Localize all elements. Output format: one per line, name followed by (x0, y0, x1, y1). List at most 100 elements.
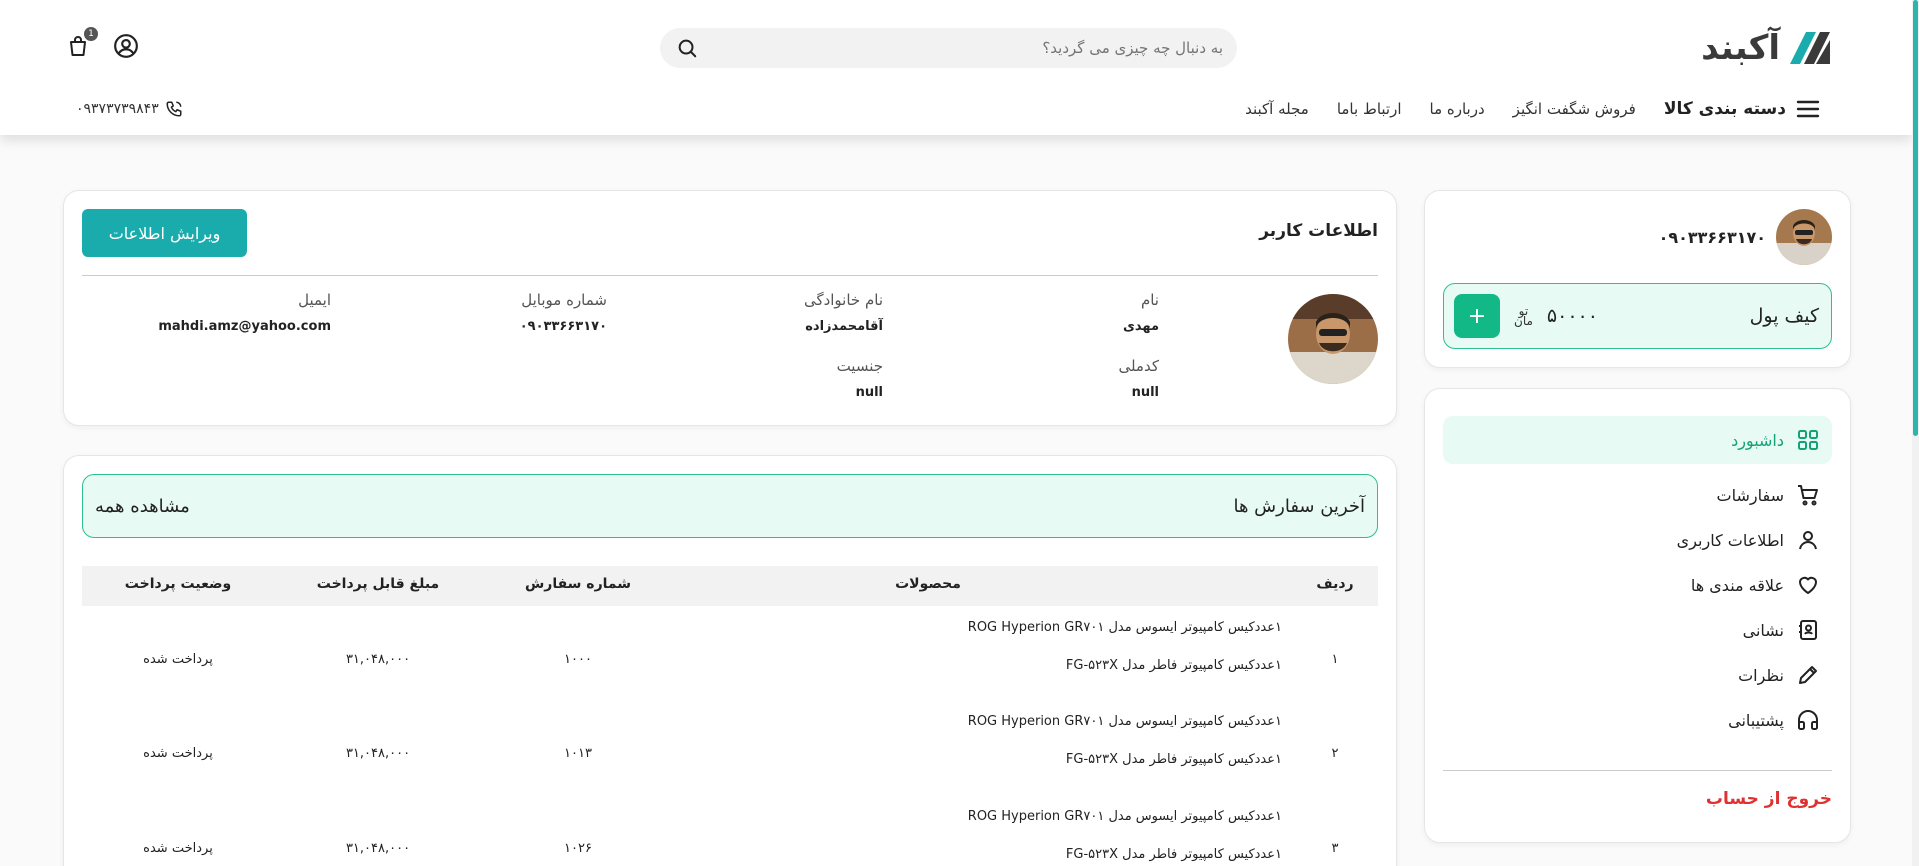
wallet-box: کیف پول ۵۰۰۰۰ تو مان + (1443, 283, 1832, 349)
menu-item-label: نشانی (1742, 620, 1784, 640)
nav-link-about[interactable]: درباره ما (1430, 100, 1485, 118)
menu-item-label: اطلاعات کاربری (1676, 530, 1784, 550)
row-status: پرداخت شده (143, 652, 213, 667)
menu-divider (1443, 770, 1832, 771)
field-value: ۰۹۰۳۳۶۶۳۱۷۰ (519, 319, 607, 334)
orders-table-header: ردیف محصولات شماره سفارش مبلغ قابل پرداخ… (82, 566, 1378, 606)
hamburger-icon (1796, 100, 1820, 118)
col-header-amount: مبلغ قابل پرداخت (316, 576, 440, 592)
field-label: کدملی (1118, 357, 1159, 375)
profile-header: ۰۹۰۳۳۶۶۳۱۷۰ (1659, 209, 1832, 265)
field-first-name: نام مهدی (919, 291, 1159, 334)
profile-card: ۰۹۰۳۳۶۶۳۱۷۰ کیف پول ۵۰۰۰۰ تو مان + (1424, 190, 1851, 368)
row-product: ۱عددکیس کامپیوتر فاطر مدل FG-۵۲۳X (1065, 658, 1282, 673)
cart-count-badge: 1 (84, 27, 98, 41)
col-header-order-number: شماره سفارش (524, 576, 632, 592)
category-menu-label: دسته بندی کالا (1663, 99, 1786, 119)
currency-bottom: مان (1514, 314, 1533, 328)
address-book-icon (1799, 620, 1817, 640)
logo-text: آکبند (1701, 28, 1781, 68)
support-phone[interactable]: ۰۹۳۷۳۷۳۹۸۴۳ (76, 100, 183, 118)
table-row[interactable]: ۱ ۱عددکیس کامپیوتر ایسوس مدل ROG Hyperio… (82, 614, 1378, 708)
search-icon[interactable] (674, 35, 700, 61)
field-label: نام خانوادگی (803, 291, 883, 309)
menu-item-label: داشبورد (1731, 430, 1784, 450)
row-product: ۱عددکیس کامپیوتر فاطر مدل FG-۵۲۳X (1065, 752, 1282, 767)
table-row[interactable]: ۲ ۱عددکیس کامپیوتر ایسوس مدل ROG Hyperio… (82, 708, 1378, 802)
logo-mark-icon (1790, 32, 1830, 64)
field-value: آقامحمدزاده (805, 319, 883, 334)
row-status: پرداخت شده (143, 746, 213, 761)
nav-link-contact[interactable]: ارتباط باما (1337, 100, 1402, 118)
field-last-name: نام خانوادگی آقامحمدزاده (643, 291, 883, 334)
edit-info-button[interactable]: ویرایش اطلاعات (82, 209, 247, 257)
wallet-label: کیف پول (1749, 305, 1819, 327)
row-product: ۱عددکیس کامپیوتر فاطر مدل FG-۵۲۳X (1065, 847, 1282, 862)
profile-phone: ۰۹۰۳۳۶۶۳۱۷۰ (1658, 227, 1766, 247)
cart-icon (1798, 485, 1818, 506)
view-all-orders-link[interactable]: مشاهده همه (95, 496, 190, 517)
menu-item-dashboard[interactable]: داشبورد (1443, 416, 1832, 464)
wallet-amount: ۵۰۰۰۰ (1546, 305, 1598, 327)
row-order-number: ۱۰۰۰ (564, 652, 592, 667)
user-avatar (1288, 294, 1378, 384)
phone-icon (166, 101, 182, 117)
nav-link-magazine[interactable]: مجله آکبند (1245, 100, 1309, 118)
col-header-products: محصولات (895, 576, 961, 592)
menu-item-favorites[interactable]: علاقه مندی ها (1443, 561, 1832, 609)
field-value: mahdi.amz@yahoo.com (158, 319, 331, 334)
field-value: مهدی (1122, 319, 1159, 334)
menu-item-label: علاقه مندی ها (1690, 575, 1784, 595)
field-value: null (1131, 385, 1159, 400)
menu-item-orders[interactable]: سفارشات (1443, 471, 1832, 519)
field-value: null (855, 385, 883, 400)
row-amount: ۳۱,۰۴۸,۰۰۰ (345, 841, 411, 856)
cart-button[interactable]: 1 (64, 27, 98, 60)
site-header: آکبند 1 دسته بندی کالا فروش شگفت انگیز د… (0, 0, 1912, 135)
row-index: ۳ (1331, 841, 1339, 856)
page-scrollbar[interactable] (1912, 0, 1919, 866)
account-button[interactable] (112, 32, 140, 60)
heart-icon (1799, 576, 1817, 594)
pencil-icon (1799, 666, 1817, 684)
row-index: ۱ (1331, 652, 1339, 667)
row-amount: ۳۱,۰۴۸,۰۰۰ (345, 746, 411, 761)
row-product: ۱عددکیس کامپیوتر ایسوس مدل ROG Hyperion … (967, 714, 1282, 729)
row-order-number: ۱۰۱۳ (564, 746, 592, 761)
user-icon (1799, 531, 1817, 550)
category-menu-button[interactable]: دسته بندی کالا (1664, 98, 1820, 120)
user-info-title: اطلاعات کاربر (1259, 221, 1378, 241)
support-phone-number: ۰۹۳۷۳۷۳۹۸۴۳ (76, 101, 159, 117)
menu-item-support[interactable]: پشتیبانی (1443, 696, 1832, 744)
field-gender: جنسیت null (643, 357, 883, 400)
main-nav: دسته بندی کالا فروش شگفت انگیز درباره ما… (1245, 98, 1820, 120)
field-label: ایمیل (298, 291, 331, 309)
info-divider (82, 275, 1378, 276)
field-label: نام (1140, 291, 1159, 309)
search-input[interactable] (700, 39, 1223, 57)
scrollbar-thumb[interactable] (1913, 0, 1918, 436)
field-national-code: کدملی null (919, 357, 1159, 400)
table-row[interactable]: ۳ ۱عددکیس کامپیوتر ایسوس مدل ROG Hyperio… (82, 803, 1378, 866)
nav-link-amazing-sale[interactable]: فروش شگفت انگیز (1513, 100, 1636, 118)
avatar (1776, 209, 1832, 265)
row-amount: ۳۱,۰۴۸,۰۰۰ (345, 652, 411, 667)
wallet-topup-button[interactable]: + (1454, 294, 1500, 338)
menu-item-comments[interactable]: نظرات (1443, 651, 1832, 699)
header-actions: 1 (64, 27, 140, 60)
row-index: ۲ (1331, 746, 1339, 761)
row-order-number: ۱۰۲۶ (564, 841, 592, 856)
menu-item-label: پشتیبانی (1728, 710, 1784, 730)
grid-icon (1798, 430, 1818, 450)
logout-button[interactable]: خروج از حساب (1706, 789, 1832, 809)
headphones-icon (1798, 710, 1818, 730)
row-product: ۱عددکیس کامپیوتر ایسوس مدل ROG Hyperion … (967, 620, 1282, 635)
field-mobile: شماره موبایل ۰۹۰۳۳۶۶۳۱۷۰ (367, 291, 607, 334)
field-label: جنسیت (836, 357, 883, 375)
site-logo[interactable]: آکبند (1701, 26, 1832, 70)
menu-item-user-info[interactable]: اطلاعات کاربری (1443, 516, 1832, 564)
user-circle-icon (114, 34, 138, 58)
dashboard-menu: داشبورد سفارشات اطلاعات کاربری علاقه مند… (1424, 388, 1851, 843)
col-header-status: وضعیت پرداخت (124, 576, 232, 592)
menu-item-address[interactable]: نشانی (1443, 606, 1832, 654)
